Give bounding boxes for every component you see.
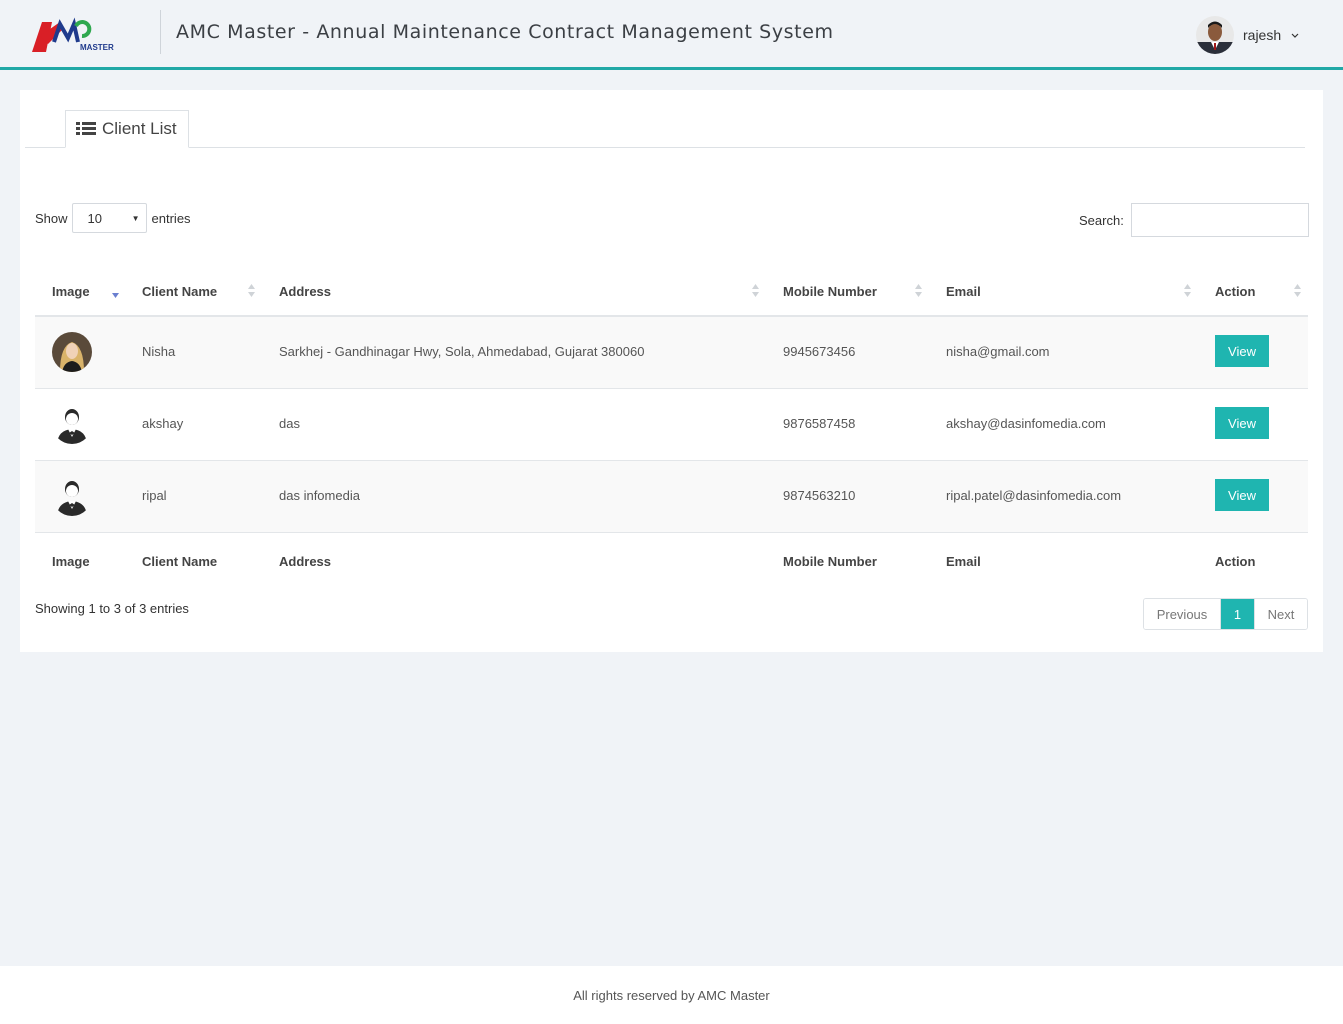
sort-desc-icon[interactable] [111, 282, 120, 299]
next-page-button[interactable]: Next [1254, 599, 1307, 629]
logo-wordmark: MASTER [80, 43, 114, 52]
column-header-image[interactable]: Image [52, 284, 90, 299]
show-label: Show [35, 210, 68, 226]
user-name: rajesh [1243, 27, 1282, 43]
table-row: Nisha Sarkhej - Gandhinagar Hwy, Sola, A… [35, 317, 1308, 389]
tabs-divider [25, 147, 1305, 148]
client-name: ripal [142, 488, 167, 503]
caret-down-icon: ▼ [131, 214, 140, 223]
client-address: das [279, 416, 300, 431]
sort-icon[interactable] [1183, 282, 1192, 299]
app-title: AMC Master - Annual Maintenance Contract… [176, 21, 834, 43]
column-footer-mobile-number: Mobile Number [783, 554, 877, 569]
entries-label: entries [151, 210, 191, 226]
client-list-panel: Client List Show 10 ▼ entries Search: Im… [20, 90, 1323, 652]
client-address: das infomedia [279, 488, 360, 503]
page-button-current[interactable]: 1 [1221, 599, 1254, 629]
view-button[interactable]: View [1215, 407, 1269, 439]
previous-page-button[interactable]: Previous [1144, 599, 1221, 629]
amc-master-logo[interactable]: MASTER [30, 14, 120, 58]
client-mobile: 9945673456 [783, 344, 856, 359]
search-input[interactable] [1130, 203, 1309, 237]
page-length-control: Show 10 ▼ entries [35, 203, 191, 233]
client-name: akshay [142, 416, 184, 431]
footer-text: All rights reserved by AMC Master [573, 987, 770, 1003]
default-user-icon [52, 404, 92, 444]
user-avatar [1196, 16, 1234, 54]
column-footer-client-name: Client Name [142, 554, 218, 569]
client-table: Image Client Name Address Mobile Number … [35, 272, 1308, 585]
sort-icon[interactable] [1293, 282, 1302, 299]
column-footer-image: Image [52, 554, 90, 569]
sort-icon[interactable] [247, 282, 256, 299]
sort-icon[interactable] [751, 282, 760, 299]
client-email: akshay@dasinfomedia.com [946, 416, 1106, 431]
tab-client-list[interactable]: Client List [65, 110, 189, 148]
column-header-action[interactable]: Action [1215, 284, 1255, 299]
client-name: Nisha [142, 344, 176, 359]
client-address: Sarkhej - Gandhinagar Hwy, Sola, Ahmedab… [279, 344, 645, 359]
client-email: ripal.patel@dasinfomedia.com [946, 488, 1122, 503]
default-user-icon [52, 476, 92, 516]
chevron-down-icon [1291, 33, 1299, 38]
column-header-mobile-number[interactable]: Mobile Number [783, 284, 877, 299]
table-info: Showing 1 to 3 of 3 entries [35, 601, 189, 616]
column-footer-address: Address [279, 554, 332, 569]
list-icon [76, 122, 96, 135]
pagination: Previous 1 Next [1143, 598, 1308, 630]
page-footer: All rights reserved by AMC Master [0, 966, 1343, 1024]
page-length-select[interactable]: 10 ▼ [71, 203, 147, 233]
column-header-address[interactable]: Address [279, 284, 331, 299]
column-header-client-name[interactable]: Client Name [142, 284, 217, 299]
view-button[interactable]: View [1215, 479, 1269, 511]
client-mobile: 9874563210 [783, 488, 856, 503]
column-footer-action: Action [1215, 554, 1256, 569]
sort-icon[interactable] [914, 282, 923, 299]
view-button[interactable]: View [1215, 335, 1269, 367]
top-navbar: MASTER AMC Master - Annual Maintenance C… [0, 0, 1343, 70]
logo-divider [160, 10, 161, 54]
table-row: ripal das infomedia 9874563210 ripal.pat… [35, 461, 1308, 533]
column-footer-email: Email [946, 554, 981, 569]
column-header-email[interactable]: Email [946, 284, 981, 299]
table-header: Image Client Name Address Mobile Number … [35, 272, 1308, 317]
client-mobile: 9876587458 [783, 416, 856, 431]
table-footer: Image Client Name Address Mobile Number … [35, 533, 1308, 585]
page-length-value: 10 [87, 210, 102, 226]
user-menu[interactable]: rajesh [1196, 14, 1300, 56]
client-photo [52, 332, 92, 372]
client-email: nisha@gmail.com [946, 344, 1050, 359]
search-label: Search: [1079, 212, 1124, 228]
tab-label: Client List [102, 119, 177, 138]
table-row: akshay das 9876587458 akshay@dasinfomedi… [35, 389, 1308, 461]
search-control: Search: [1079, 203, 1309, 237]
